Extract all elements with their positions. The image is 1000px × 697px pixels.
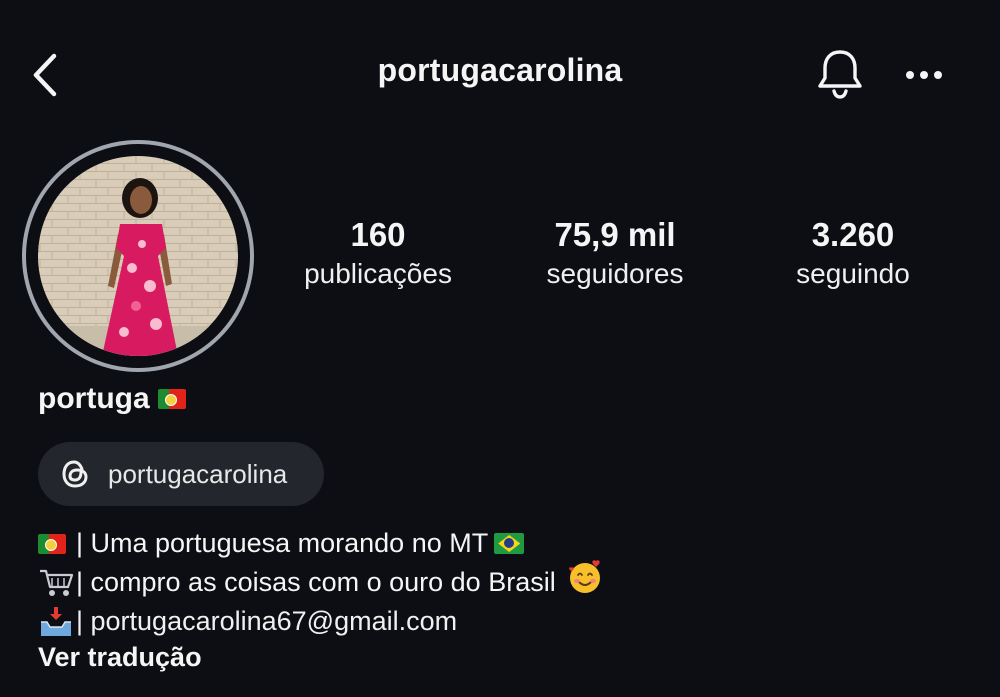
profile-avatar[interactable] (22, 140, 254, 372)
following-label: seguindo (796, 258, 910, 289)
bio-line: | portugacarolina67@gmail.com (38, 602, 604, 641)
smiling-face-with-hearts-icon (568, 560, 600, 593)
bio-email-link[interactable]: | portugacarolina67@gmail.com (76, 602, 457, 641)
inbox-tray-icon (41, 606, 71, 636)
notifications-button[interactable] (812, 46, 868, 102)
shopping-cart-icon (40, 569, 74, 596)
bio-line-2: | compro as coisas com o ouro do Brasil (76, 567, 556, 597)
brazil-flag-icon (494, 533, 525, 554)
bio-line: | compro as coisas com o ouro do Brasil (38, 560, 604, 602)
top-bar: portugacarolina (0, 0, 1000, 150)
posts-count: 160 (350, 216, 406, 253)
portugal-flag-icon (157, 389, 186, 409)
avatar-photo (38, 156, 238, 356)
more-options-button[interactable] (902, 60, 946, 90)
stat-following[interactable]: 3.260 seguindo (753, 214, 953, 292)
see-translation-button[interactable]: Ver tradução (38, 642, 202, 673)
portugal-flag-icon (38, 533, 66, 554)
bio-line-1: | Uma portuguesa morando no MT (76, 528, 489, 558)
stat-posts[interactable]: 160 publicações (278, 214, 478, 292)
bell-icon (818, 50, 862, 99)
following-count: 3.260 (811, 216, 895, 253)
display-name: portuga (38, 382, 186, 416)
stat-followers[interactable]: 75,9 mil seguidores (515, 214, 715, 292)
followers-label: seguidores (546, 258, 684, 289)
posts-label: publicações (304, 258, 452, 289)
display-name-text: portuga (38, 382, 150, 415)
threads-handle: portugacarolina (108, 458, 288, 489)
bio-line: | Uma portuguesa morando no MT (38, 524, 604, 563)
threads-icon (62, 460, 88, 488)
bio: | Uma portuguesa morando no MT | compro … (38, 524, 604, 641)
profile-page: portugacarolina 160 publicações 75,9 mil… (0, 0, 1000, 697)
followers-count: 75,9 mil (554, 216, 676, 253)
more-horizontal-icon (906, 71, 942, 79)
threads-profile-link[interactable]: portugacarolina (38, 442, 324, 506)
